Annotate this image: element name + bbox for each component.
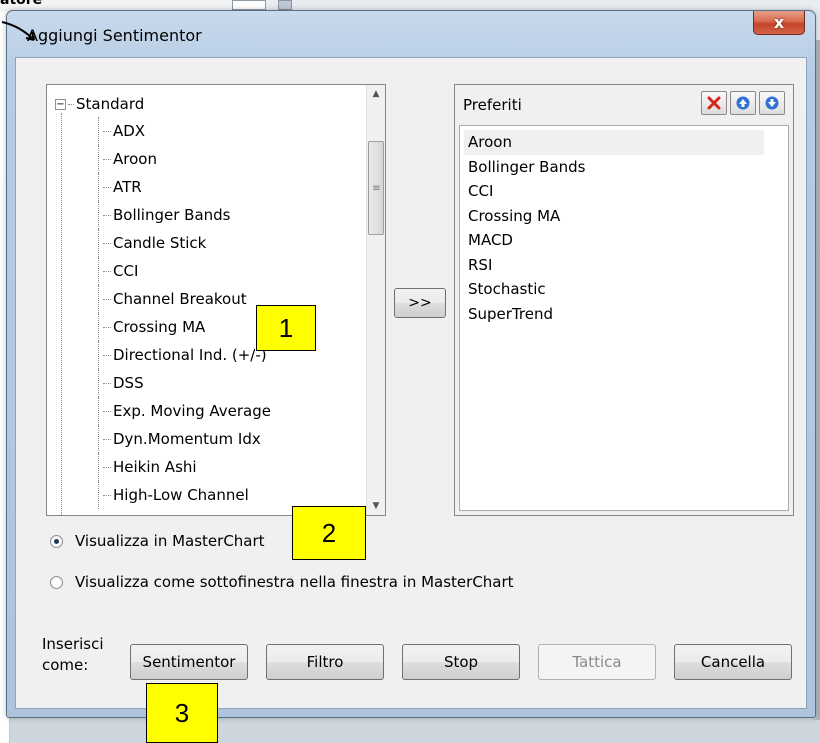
tree-item[interactable]: DSS	[98, 369, 271, 397]
favorite-item[interactable]: MACD	[464, 228, 764, 253]
tree-item-label: Candle Stick	[113, 234, 207, 252]
dialog-body: − Standard ADX Aroon ATR Bollinger Bands Can…	[15, 57, 807, 709]
background-header-text: atore	[0, 0, 43, 8]
tree-item-label: High-Low Channel	[113, 486, 249, 504]
tree-item-label: Heikin Ashi	[113, 458, 197, 476]
tree-item[interactable]: High-Low Channel	[98, 481, 271, 509]
tree-node-standard[interactable]: − Standard	[55, 93, 144, 115]
close-button[interactable]: x	[753, 11, 805, 35]
filtro-button[interactable]: Filtro	[266, 644, 384, 680]
tree-scrollbar[interactable]: ▲ ≡ ▼	[366, 85, 385, 515]
option-subwindow[interactable]: Visualizza come sottofinestra nella fine…	[50, 573, 514, 591]
tree-item[interactable]: Aroon	[98, 145, 271, 173]
tree-item-label: Exp. Moving Average	[113, 402, 271, 420]
scroll-down-icon[interactable]: ▼	[367, 497, 385, 515]
arrow-down-icon	[765, 96, 779, 110]
tree-item-label: Crossing MA	[113, 318, 206, 336]
tree-item[interactable]: Directional Ind. (+/-)	[98, 341, 271, 369]
sentimentor-button[interactable]: Sentimentor	[130, 644, 248, 680]
tattica-button: Tattica	[538, 644, 656, 680]
favorites-header: Preferiti	[455, 85, 793, 125]
tree-item-label: DSS	[113, 374, 144, 392]
aggiungi-sentimentor-dialog: Aggiungi Sentimentor x − Standard ADX Aro…	[6, 10, 816, 718]
collapse-icon[interactable]: −	[55, 98, 66, 110]
tree-item[interactable]: Candle Stick	[98, 229, 271, 257]
close-icon: x	[773, 13, 785, 32]
tree-item[interactable]: Dyn.Momentum Idx	[98, 425, 271, 453]
add-to-favorites-button[interactable]: >>	[394, 288, 446, 318]
favorite-item[interactable]: Crossing MA	[464, 204, 764, 229]
tree-item-label: Directional Ind. (+/-)	[113, 346, 267, 364]
favorites-title: Preferiti	[463, 96, 522, 114]
callout-2: 2	[292, 506, 366, 560]
move-up-button[interactable]	[730, 91, 756, 115]
favorites-toolbar	[701, 91, 785, 115]
scroll-thumb[interactable]: ≡	[368, 141, 384, 235]
tree-item-label: Channel Breakout	[113, 290, 247, 308]
tree-item[interactable]: Bollinger Bands	[98, 201, 271, 229]
tree-item[interactable]: Exp. Moving Average	[98, 397, 271, 425]
tree-item[interactable]: Channel Breakout	[98, 285, 271, 313]
title-bar[interactable]: Aggiungi Sentimentor x	[7, 11, 815, 57]
tree-item[interactable]: ADX	[98, 117, 271, 145]
arrow-up-icon	[736, 96, 750, 110]
background-scrollbar	[278, 0, 292, 10]
favorite-item[interactable]: SuperTrend	[464, 302, 764, 327]
tree-item-label: Aroon	[113, 150, 157, 168]
tree-item-label: Bollinger Bands	[113, 206, 231, 224]
delete-icon	[707, 96, 721, 110]
tree-item[interactable]: Crossing MA	[98, 313, 271, 341]
favorite-item[interactable]: Bollinger Bands	[464, 155, 764, 180]
radio-masterchart[interactable]	[50, 534, 63, 548]
favorite-item[interactable]: CCI	[464, 179, 764, 204]
tree-item-label: ATR	[113, 178, 142, 196]
option-subwindow-label: Visualizza come sottofinestra nella fine…	[75, 573, 514, 591]
tree-item-label: ADX	[113, 122, 146, 140]
tree-item[interactable]: CCI	[98, 257, 271, 285]
pointer-arrow-icon	[1, 21, 35, 41]
scroll-up-icon[interactable]: ▲	[367, 85, 385, 103]
radio-subwindow[interactable]	[50, 575, 63, 589]
tree-item-label: CCI	[113, 262, 139, 280]
indicator-tree[interactable]: − Standard ADX Aroon ATR Bollinger Bands Can…	[46, 84, 386, 516]
option-masterchart-label: Visualizza in MasterChart	[75, 532, 265, 550]
cancella-button[interactable]: Cancella	[674, 644, 792, 680]
favorites-list[interactable]: Aroon Bollinger Bands CCI Crossing MA MACD RS…	[459, 125, 789, 511]
favorites-panel: Preferiti Aroon Bollinger Bands CCI Cros…	[454, 84, 794, 516]
tree-item-list: ADX Aroon ATR Bollinger Bands Candle Stick CC…	[98, 117, 271, 509]
move-down-button[interactable]	[759, 91, 785, 115]
background-input	[232, 0, 266, 10]
stop-button[interactable]: Stop	[402, 644, 520, 680]
callout-1: 1	[256, 305, 316, 351]
option-masterchart[interactable]: Visualizza in MasterChart	[50, 532, 265, 550]
favorite-item[interactable]: Stochastic	[464, 277, 764, 302]
favorite-item[interactable]: Aroon	[464, 130, 764, 155]
favorite-item[interactable]: RSI	[464, 253, 764, 278]
tree-item-label: Dyn.Momentum Idx	[113, 430, 261, 448]
callout-3: 3	[146, 683, 218, 743]
tree-root-label: Standard	[76, 95, 145, 113]
remove-favorite-button[interactable]	[701, 91, 727, 115]
tree-item[interactable]: ATR	[98, 173, 271, 201]
tree-item[interactable]: Heikin Ashi	[98, 453, 271, 481]
insert-as-label: Inserisci come:	[42, 635, 104, 674]
